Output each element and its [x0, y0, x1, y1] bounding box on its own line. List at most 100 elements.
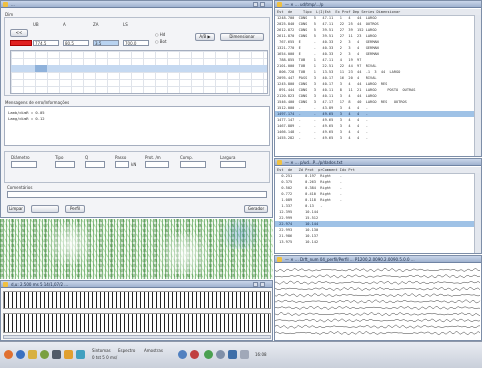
density-blob [215, 219, 265, 249]
taskbar-item[interactable]: Espectro [118, 348, 135, 353]
waveform-titlebar[interactable]: — ✕ ... Drft_num 04_perfil/Perfil ... P1… [275, 256, 481, 263]
waveform-plot[interactable] [275, 264, 481, 340]
points-table-window: — ✕ ... p/ud...P.../p/dados.txt Est de Z… [274, 158, 482, 254]
radio-hd-label: Hd [159, 32, 166, 37]
param-label: Q [85, 155, 89, 160]
param-label: Diâmetro [11, 155, 30, 160]
param-passo-field[interactable] [115, 161, 129, 168]
waveform-trace [275, 280, 481, 285]
dimensionar-button[interactable]: Dimensionar [220, 33, 264, 41]
points-table-row[interactable]: 13.975 10.142 [275, 239, 475, 245]
main-window: ... Dim << UB A ZA LS 774.5 80.5 3.5 700… [0, 0, 273, 218]
col-header-ls: LS [123, 22, 128, 27]
radio-bot-label: Bot [159, 39, 167, 44]
app-icon [3, 282, 8, 287]
taskbar-item[interactable]: Amostras [144, 348, 163, 353]
ab-button[interactable]: A/B ▶ [195, 33, 215, 41]
minimize-button[interactable] [253, 282, 258, 287]
back-button[interactable]: << [10, 29, 28, 37]
editor-icon[interactable] [76, 350, 85, 359]
clock: 16:08 [255, 352, 267, 357]
folder-icon[interactable] [64, 350, 73, 359]
param-comp-field[interactable] [180, 161, 206, 168]
param-label: Tipo [55, 155, 64, 160]
waveform-trace [275, 299, 481, 304]
table-body[interactable]: 0.251 0.197 Right - 0.375 0.263 Right - … [275, 173, 475, 253]
waveform-trace [275, 305, 481, 310]
table-body[interactable]: 1248.700 CONS 5 47.11 1 4 44 LARGO 2025.8… [275, 15, 475, 156]
blank-button[interactable] [31, 205, 59, 213]
trace-window-titlebar[interactable]: d,u: 2.500 ms 5 14/1,07/2 ... [1, 281, 272, 288]
color-swatch-field[interactable] [10, 40, 32, 46]
radio-hd[interactable]: ○ Hd [155, 32, 165, 37]
density-blob [40, 224, 100, 264]
messages-box[interactable]: Lamb/dimR = 0.05 Lamg/dimR = 0.12 [4, 106, 270, 146]
param-diametro-field[interactable] [11, 161, 37, 168]
grid-highlight-cell[interactable] [35, 65, 47, 72]
waveform-title: — ✕ ... Drft_num 04_perfil/Perfil ... P1… [285, 257, 415, 262]
data-table-titlebar[interactable]: — ✕ ... ud/tmp/.../p [275, 1, 481, 8]
param-label: Passo [115, 155, 127, 160]
minimize-button[interactable] [253, 2, 258, 7]
waveform-trace [275, 293, 481, 298]
param-largura-field[interactable] [220, 161, 246, 168]
col-header-za: ZA [93, 22, 99, 27]
update-icon[interactable] [204, 350, 213, 359]
points-table-title: — ✕ ... p/ud...P.../p/dados.txt [285, 160, 343, 165]
close-button[interactable] [260, 282, 265, 287]
perfil-button[interactable]: Perfil [65, 205, 85, 213]
field-a[interactable]: 80.5 [63, 40, 89, 46]
app-icon [3, 2, 8, 7]
taskbar-status: 0 tst 5 0 ms/ [92, 355, 118, 360]
network-icon[interactable] [178, 350, 187, 359]
dim-group: << UB A ZA LS 774.5 80.5 3.5 700.0 ○ Hd … [4, 17, 270, 96]
param-prot-field[interactable] [145, 161, 169, 168]
params-group: Diâmetro Tipo Q Passo kN Prot. /m Comp. … [4, 151, 270, 183]
param-q-field[interactable] [85, 161, 105, 168]
param-label: Largura [220, 155, 236, 160]
taskbar-item[interactable]: Sintomas [92, 348, 111, 353]
vertical-scrollbar[interactable] [474, 15, 481, 156]
tray-icon[interactable] [240, 350, 249, 359]
waveform-trace [275, 286, 481, 291]
gerar-button[interactable]: Gerador [244, 205, 268, 213]
files-icon[interactable] [28, 350, 37, 359]
message-line: Lamg/dimR = 0.12 [8, 116, 45, 121]
trace-window: d,u: 2.500 ms 5 14/1,07/2 ... [0, 280, 273, 341]
vertical-scrollbar[interactable] [474, 173, 481, 253]
volume-icon[interactable] [190, 350, 199, 359]
close-button[interactable] [260, 2, 265, 7]
main-window-title: ... [11, 2, 15, 7]
radio-bot[interactable]: ○ Bot [155, 39, 167, 44]
settings-icon[interactable] [40, 350, 49, 359]
app-icon [277, 2, 282, 7]
comment-label: Comentários [7, 185, 33, 190]
menu-icon[interactable] [4, 350, 13, 359]
profile-grid[interactable] [10, 50, 268, 94]
monitor-icon[interactable] [228, 350, 237, 359]
trace-panel-upper[interactable] [3, 291, 271, 309]
field-za[interactable]: 3.5 [93, 40, 119, 46]
terminal-icon[interactable] [52, 350, 61, 359]
gear-icon[interactable] [216, 350, 225, 359]
waveform-window: — ✕ ... Drft_num 04_perfil/Perfil ... P1… [274, 255, 482, 341]
field-ub[interactable]: 774.5 [33, 40, 59, 46]
col-header-a: A [63, 22, 66, 27]
comment-field[interactable] [7, 191, 267, 198]
browser-icon[interactable] [16, 350, 25, 359]
data-table-row[interactable]: 1455.282 - - 49.65 3 4 4 - [275, 135, 475, 141]
trace-panel-lower[interactable] [3, 313, 271, 333]
waveform-trace [275, 318, 481, 323]
points-table-titlebar[interactable]: — ✕ ... p/ud...P.../p/dados.txt [275, 159, 481, 166]
main-window-titlebar[interactable]: ... [1, 1, 272, 8]
col-header-ub: UB [33, 22, 39, 27]
param-tipo-field[interactable] [55, 161, 75, 168]
field-ls[interactable]: 700.0 [123, 40, 149, 46]
app-icon [277, 257, 282, 262]
limpar-button[interactable]: Limpar [7, 205, 25, 213]
density-plot[interactable] [0, 219, 273, 279]
grid-selected-row[interactable] [11, 65, 267, 72]
waveform-trace [275, 274, 481, 279]
param-label: Prot. /m [145, 155, 161, 160]
scrollbar[interactable] [3, 335, 271, 339]
